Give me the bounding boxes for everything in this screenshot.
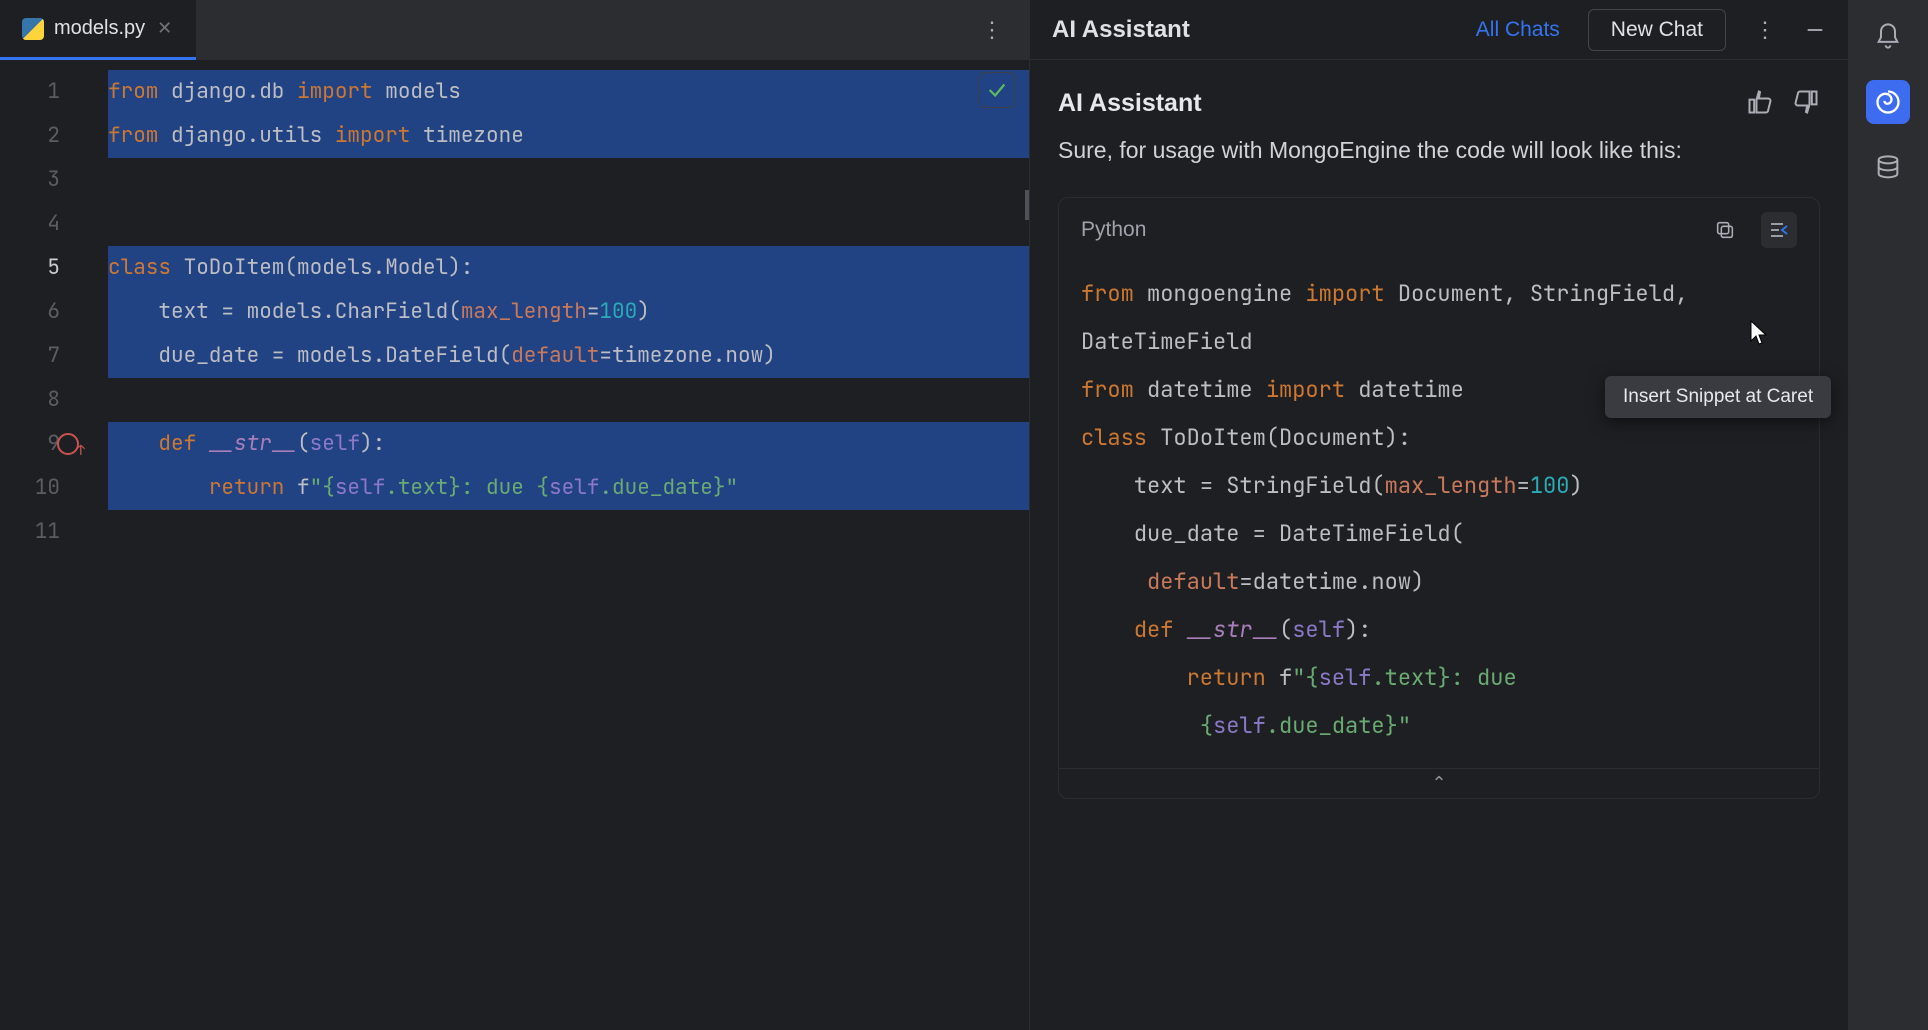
message-author: AI Assistant <box>1058 89 1202 118</box>
new-chat-button[interactable]: New Chat <box>1588 9 1726 51</box>
tab-bar: models.py ✕ ⋮ <box>0 0 1029 60</box>
close-tab-icon[interactable]: ✕ <box>155 18 174 39</box>
notifications-icon[interactable] <box>1866 14 1910 58</box>
ai-more-icon[interactable]: ⋮ <box>1754 17 1776 43</box>
tooltip: Insert Snippet at Caret <box>1605 376 1831 418</box>
minimap-mark <box>1019 190 1029 220</box>
thumbs-up-icon[interactable] <box>1746 88 1774 119</box>
expand-snippet-icon[interactable]: ⌃ <box>1059 768 1819 798</box>
python-icon <box>22 18 44 40</box>
tab-filename: models.py <box>54 17 145 40</box>
insert-snippet-button[interactable] <box>1761 212 1797 248</box>
code-area[interactable]: from django.db import modelsfrom django.… <box>80 60 1029 1030</box>
ai-panel-title: AI Assistant <box>1052 16 1190 44</box>
code-snippet: Python from mongoengine import Document,… <box>1058 197 1820 799</box>
minimize-icon[interactable] <box>1804 19 1826 41</box>
editor-pane: models.py ✕ ⋮ 1234567891011 from django.… <box>0 0 1030 1030</box>
snippet-code[interactable]: from mongoengine import Document, String… <box>1059 262 1819 768</box>
tool-strip <box>1848 0 1928 1030</box>
status-check-icon[interactable] <box>979 72 1015 108</box>
file-tab[interactable]: models.py ✕ <box>0 0 196 60</box>
all-chats-link[interactable]: All Chats <box>1476 18 1560 42</box>
line-gutter: 1234567891011 <box>0 60 80 1030</box>
editor-more-icon[interactable]: ⋮ <box>981 17 1005 43</box>
ai-assistant-panel: AI Assistant All Chats New Chat ⋮ AI Ass… <box>1030 0 1848 1030</box>
message-body: Sure, for usage with MongoEngine the cod… <box>1058 133 1820 169</box>
snippet-language: Python <box>1081 218 1146 242</box>
ai-header: AI Assistant All Chats New Chat ⋮ <box>1030 0 1848 60</box>
ai-spiral-icon[interactable] <box>1866 80 1910 124</box>
copy-snippet-button[interactable] <box>1707 212 1743 248</box>
database-icon[interactable] <box>1866 146 1910 190</box>
thumbs-down-icon[interactable] <box>1792 88 1820 119</box>
